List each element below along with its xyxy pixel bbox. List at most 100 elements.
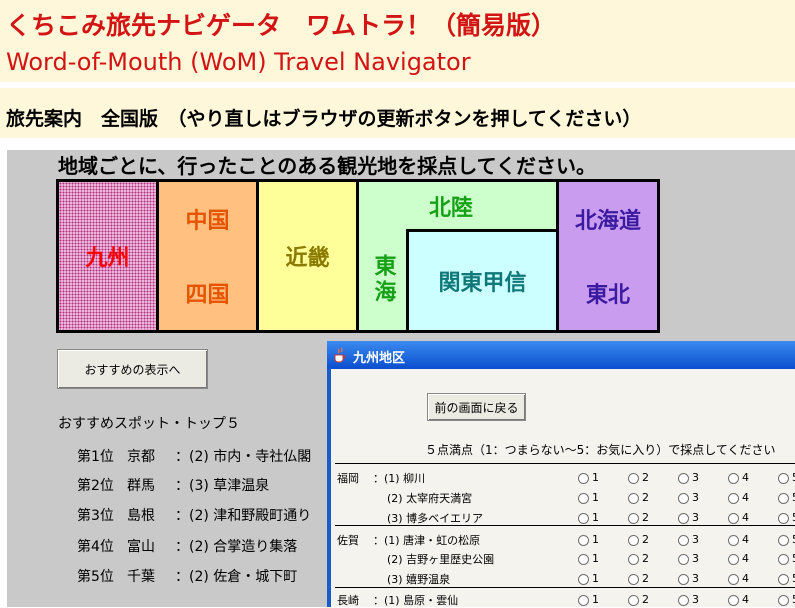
rating-radio[interactable] — [678, 535, 689, 546]
rating-radio[interactable] — [728, 574, 739, 585]
rating-radio[interactable] — [778, 513, 789, 524]
rating-radio[interactable] — [778, 473, 789, 484]
rating-row-spot: ：(1) 柳川 — [373, 472, 426, 485]
window-instruction: ５点満点（1：つまらない～5：お気に入り）で採点してください — [425, 443, 776, 457]
rating-radio[interactable] — [628, 493, 639, 504]
rank-pref: 群馬 — [127, 478, 155, 494]
map-instruction: 地域ごとに、行ったことのある観光地を採点してください。 — [58, 154, 596, 178]
rating-row-spot: (2) 太宰府天満宮 — [387, 492, 473, 505]
rating-radio[interactable] — [778, 595, 789, 606]
region-shikoku-label: 四国 — [185, 283, 230, 308]
java-cup-icon — [334, 347, 346, 363]
rating-radio[interactable] — [628, 595, 639, 606]
rating-radio-label: 3 — [692, 511, 699, 524]
rating-radio[interactable] — [778, 574, 789, 585]
rating-radio[interactable] — [678, 513, 689, 524]
rating-row-spot: ：(1) 唐津・虹の松原 — [373, 534, 481, 547]
region-tokai[interactable]: 東海 — [359, 229, 406, 330]
rating-radio[interactable] — [728, 554, 739, 565]
rating-radio-label: 2 — [642, 593, 649, 606]
recommend-title: おすすめスポット・トップ５ — [58, 416, 240, 432]
rating-radio[interactable] — [678, 473, 689, 484]
region-kanto-koshin[interactable]: 関東甲信 — [409, 232, 556, 330]
app-title: くちこみ旅先ナビゲータ ワムトラ！（簡易版） — [6, 11, 557, 40]
rating-radio-label: 4 — [742, 593, 749, 606]
region-tokai-label: 東海 — [370, 253, 396, 306]
rating-radio-label: 4 — [742, 491, 749, 504]
rating-radio[interactable] — [778, 493, 789, 504]
rank-pref: 島根 — [127, 508, 155, 524]
rating-radio-label: 2 — [642, 533, 649, 546]
region-map: 九州 中国 四国 近畿 北陸 東海 関東甲信 北海道 東北 — [56, 179, 660, 333]
back-button[interactable]: 前の画面に戻る — [427, 393, 526, 421]
rating-radio[interactable] — [578, 595, 589, 606]
region-tohoku-label: 東北 — [585, 283, 630, 308]
rank-label: 第2位 — [77, 478, 114, 494]
rank-label: 第5位 — [77, 569, 114, 585]
rating-radio-label: 4 — [742, 511, 749, 524]
rating-radio[interactable] — [628, 574, 639, 585]
region-hokuriku[interactable]: 北陸 — [359, 182, 556, 229]
rating-radio-label: 1 — [592, 552, 599, 565]
region-chugoku-label: 中国 — [185, 209, 230, 234]
rank-pref: 富山 — [127, 539, 155, 555]
rating-radio-label: 3 — [692, 491, 699, 504]
rating-radio[interactable] — [628, 535, 639, 546]
rating-row-pref: 福岡 — [337, 472, 359, 485]
table-divider — [335, 587, 795, 588]
rating-radio[interactable] — [728, 513, 739, 524]
rating-radio[interactable] — [678, 554, 689, 565]
rank-spot: ：(2) 市内・寺社仏閣 — [175, 449, 312, 465]
region-hokuriku-label: 北陸 — [429, 195, 474, 221]
rating-radio[interactable] — [628, 513, 639, 524]
show-recommendations-button[interactable]: おすすめの表示へ — [57, 349, 208, 389]
rating-radio[interactable] — [578, 574, 589, 585]
rating-radio[interactable] — [728, 493, 739, 504]
region-kinki-label: 近畿 — [285, 246, 330, 271]
rating-row-spot: ：(1) 島原・雲仙 — [373, 594, 459, 607]
rating-radio[interactable] — [678, 493, 689, 504]
rank-spot: ：(2) 津和野殿町通り — [175, 508, 312, 524]
rank-spot: ：(2) 合掌造り集落 — [175, 539, 298, 555]
rating-radio[interactable] — [628, 473, 639, 484]
rating-radio-label: 3 — [692, 572, 699, 585]
region-chugoku-shikoku[interactable]: 中国 四国 — [159, 182, 256, 330]
window-title: 九州地区 — [353, 351, 406, 366]
rating-radio[interactable] — [578, 513, 589, 524]
rating-row-spot: (3) 嬉野温泉 — [387, 573, 451, 586]
region-kyushu[interactable]: 九州 — [59, 182, 156, 330]
rating-radio[interactable] — [678, 595, 689, 606]
rank-label: 第1位 — [77, 449, 114, 465]
rank-label: 第3位 — [77, 508, 114, 524]
rating-radio-label: 1 — [592, 511, 599, 524]
rating-radio-label: 2 — [642, 471, 649, 484]
rating-radio[interactable] — [578, 554, 589, 565]
region-hokkaido-label: 北海道 — [574, 209, 641, 234]
rating-radio[interactable] — [778, 554, 789, 565]
rating-radio[interactable] — [728, 535, 739, 546]
rating-radio-label: 1 — [592, 572, 599, 585]
rating-radio[interactable] — [578, 473, 589, 484]
region-kinki[interactable]: 近畿 — [259, 182, 356, 330]
region-hokkaido-tohoku[interactable]: 北海道 東北 — [559, 182, 657, 330]
rating-radio[interactable] — [578, 493, 589, 504]
rating-radio[interactable] — [628, 554, 639, 565]
rating-radio-label: 2 — [642, 511, 649, 524]
rating-radio-label: 1 — [592, 533, 599, 546]
rating-radio[interactable] — [728, 595, 739, 606]
subheader-text: 旅先案内 全国版 （やり直しはブラウザの更新ボタンを押してください） — [6, 108, 642, 130]
rating-radio-label: 4 — [742, 471, 749, 484]
rating-row-spot: (3) 博多ベイエリア — [387, 512, 483, 525]
rating-row-spot: (2) 吉野ヶ里歴史公園 — [387, 553, 495, 566]
rating-radio-label: 3 — [692, 471, 699, 484]
rating-row-pref: 長崎 — [337, 594, 359, 607]
rating-radio-label: 4 — [742, 572, 749, 585]
show-recommendations-label: おすすめの表示へ — [84, 362, 181, 377]
rating-radio-label: 2 — [642, 572, 649, 585]
rating-radio[interactable] — [578, 535, 589, 546]
rating-radio[interactable] — [778, 535, 789, 546]
rank-pref: 京都 — [127, 449, 155, 465]
rating-radio[interactable] — [678, 574, 689, 585]
rating-radio[interactable] — [728, 473, 739, 484]
window-titlebar[interactable]: 九州地区 — [327, 341, 795, 369]
